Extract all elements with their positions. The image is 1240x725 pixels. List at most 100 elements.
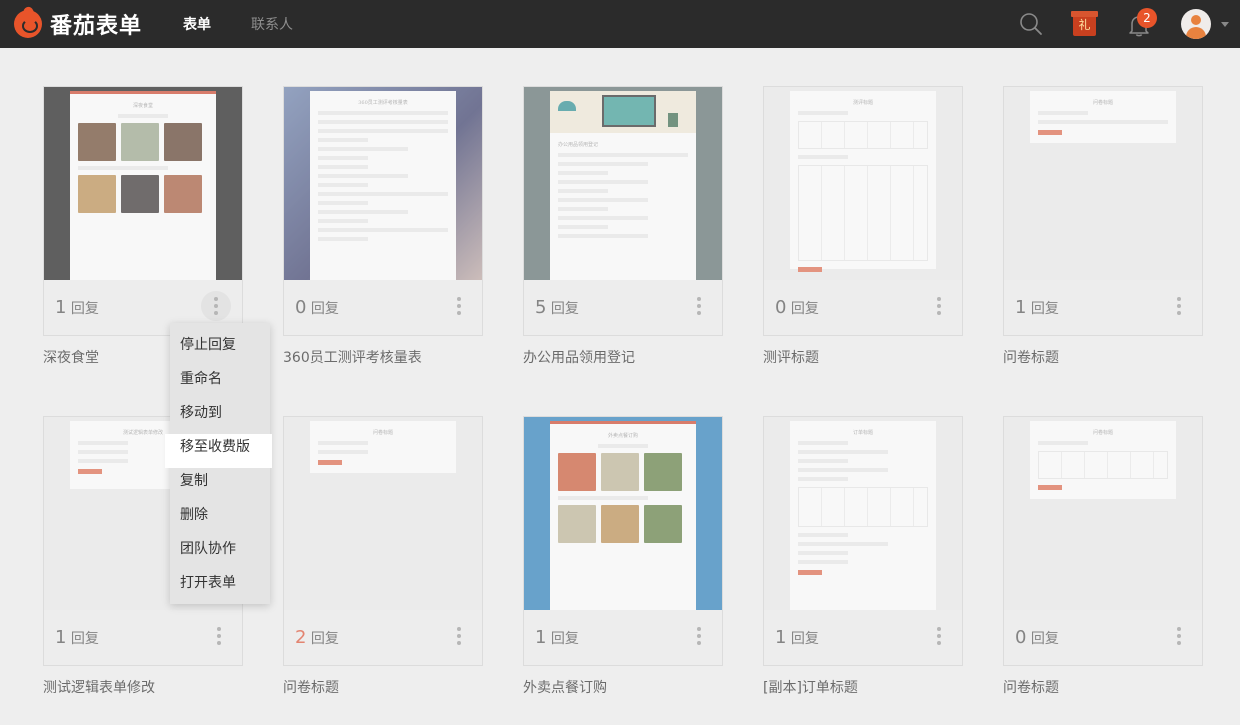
thumbnail-background: 订单标题 (764, 417, 962, 610)
thumbnail-background: 问卷标题 (284, 417, 482, 610)
reply-count: 2 回复 (295, 627, 339, 648)
form-thumbnail[interactable]: 外卖点餐订购 1 回复 (523, 416, 723, 666)
reply-number: 5 (535, 297, 547, 318)
form-thumbnail[interactable]: 订单标题 1 回复 (763, 416, 963, 666)
reply-label: 回复 (310, 631, 339, 647)
preview-line (558, 216, 648, 220)
preview-line (798, 155, 848, 159)
food-image (558, 505, 596, 543)
more-options-icon[interactable] (936, 627, 942, 647)
preview-title: 测评标题 (852, 100, 873, 106)
card-footer: 1 回复 (524, 610, 722, 665)
form-title[interactable]: 测试逻辑表单修改 (43, 677, 155, 697)
menu-item-open-form[interactable]: 打开表单 (170, 570, 270, 604)
form-thumbnail[interactable]: 问卷标题 0 回复 (1003, 416, 1203, 666)
form-title[interactable]: [副本]订单标题 (763, 677, 858, 697)
logo[interactable]: 番茄表单 (14, 8, 142, 40)
form-preview: 问卷标题 (1030, 421, 1176, 499)
reply-label: 回复 (550, 631, 579, 647)
reply-count: 1 回复 (1015, 297, 1059, 318)
reply-number: 0 (775, 297, 787, 318)
form-title[interactable]: 办公用品领用登记 (523, 347, 635, 367)
more-options-icon[interactable] (696, 297, 702, 317)
form-title[interactable]: 深夜食堂 (43, 347, 99, 367)
reply-count: 1 回复 (55, 297, 99, 318)
more-options-icon[interactable] (936, 297, 942, 317)
form-thumbnail[interactable]: 深夜食堂 1 回复 (43, 86, 243, 336)
more-options-icon[interactable] (696, 627, 702, 647)
chevron-down-icon[interactable] (1221, 22, 1229, 27)
preview-title: 订单标题 (852, 430, 873, 436)
preview-line (558, 198, 648, 202)
more-options-icon[interactable] (201, 291, 231, 321)
reply-label: 回复 (70, 301, 99, 317)
preview-line (318, 138, 368, 142)
food-image (121, 123, 159, 161)
form-title[interactable]: 问卷标题 (1003, 347, 1059, 367)
preview-line (318, 201, 368, 205)
preview-title: 办公用品领用登记 (558, 142, 599, 148)
preview-line (798, 450, 888, 454)
form-preview: 测评标题 (790, 91, 936, 272)
form-preview: 深夜食堂 (70, 91, 216, 280)
more-options-icon[interactable] (456, 627, 462, 647)
notification-badge: 2 (1137, 8, 1157, 28)
preview-line (318, 237, 368, 241)
preview-submit-button (1038, 485, 1062, 490)
preview-line (318, 129, 448, 133)
preview-line (318, 111, 448, 115)
menu-item-move-to[interactable]: 移动到 (170, 400, 270, 434)
form-thumbnail[interactable]: 办公用品领用登记 5 回复 (523, 86, 723, 336)
preview-line (318, 174, 408, 178)
card-footer: 1 回复 (1004, 280, 1202, 335)
menu-item-stop-replies[interactable]: 停止回复 (170, 332, 270, 366)
tab-forms[interactable]: 表单 (183, 14, 211, 34)
food-image (558, 453, 596, 491)
more-options-icon[interactable] (1176, 297, 1182, 317)
top-bar: 番茄表单 表单 联系人 礼 2 (0, 0, 1240, 48)
reply-label: 回复 (790, 631, 819, 647)
preview-image-grid (78, 175, 208, 213)
preview-title: 外卖点餐订购 (607, 433, 638, 439)
reply-label: 回复 (550, 301, 579, 317)
menu-item-copy[interactable]: 复制 (170, 468, 270, 502)
form-title[interactable]: 测评标题 (763, 347, 819, 367)
reply-number: 0 (295, 297, 307, 318)
reply-number: 1 (1015, 297, 1027, 318)
card-footer: 2 回复 (284, 610, 482, 665)
form-thumbnail[interactable]: 测评标题 0 回复 (763, 86, 963, 336)
reply-count: 0 回复 (1015, 627, 1059, 648)
menu-item-move-to-paid[interactable]: 移至收费版 (165, 434, 272, 468)
preview-line (558, 171, 608, 175)
preview-line (318, 450, 368, 454)
reply-count: 1 回复 (775, 627, 819, 648)
card-footer: 1 回复 (44, 610, 242, 665)
form-title[interactable]: 问卷标题 (1003, 677, 1059, 697)
form-title[interactable]: 问卷标题 (283, 677, 339, 697)
preview-line (798, 542, 888, 546)
preview-line (78, 166, 168, 170)
search-icon[interactable] (1018, 11, 1044, 37)
tab-contacts[interactable]: 联系人 (251, 14, 293, 34)
menu-item-rename[interactable]: 重命名 (170, 366, 270, 400)
reply-count: 5 回复 (535, 297, 579, 318)
gift-icon[interactable]: 礼 (1071, 11, 1098, 36)
more-options-icon[interactable] (456, 297, 462, 317)
preview-line (558, 234, 648, 238)
more-options-icon[interactable] (1176, 627, 1182, 647)
tomato-logo-icon (14, 10, 42, 38)
reply-count: 1 回复 (55, 627, 99, 648)
form-thumbnail[interactable]: 360员工测评考核量表 0 回复 (283, 86, 483, 336)
form-title[interactable]: 外卖点餐订购 (523, 677, 607, 697)
form-thumbnail[interactable]: 问卷标题 1 回复 (1003, 86, 1203, 336)
preview-line (1038, 120, 1168, 124)
menu-item-team-collab[interactable]: 团队协作 (170, 536, 270, 570)
form-title[interactable]: 360员工测评考核量表 (283, 347, 422, 367)
avatar[interactable] (1181, 9, 1211, 39)
food-image (644, 505, 682, 543)
form-thumbnail[interactable]: 问卷标题 2 回复 (283, 416, 483, 666)
menu-item-delete[interactable]: 删除 (170, 502, 270, 536)
more-options-icon[interactable] (216, 627, 222, 647)
reply-count: 1 回复 (535, 627, 579, 648)
thumbnail-background: 测评标题 (764, 87, 962, 280)
